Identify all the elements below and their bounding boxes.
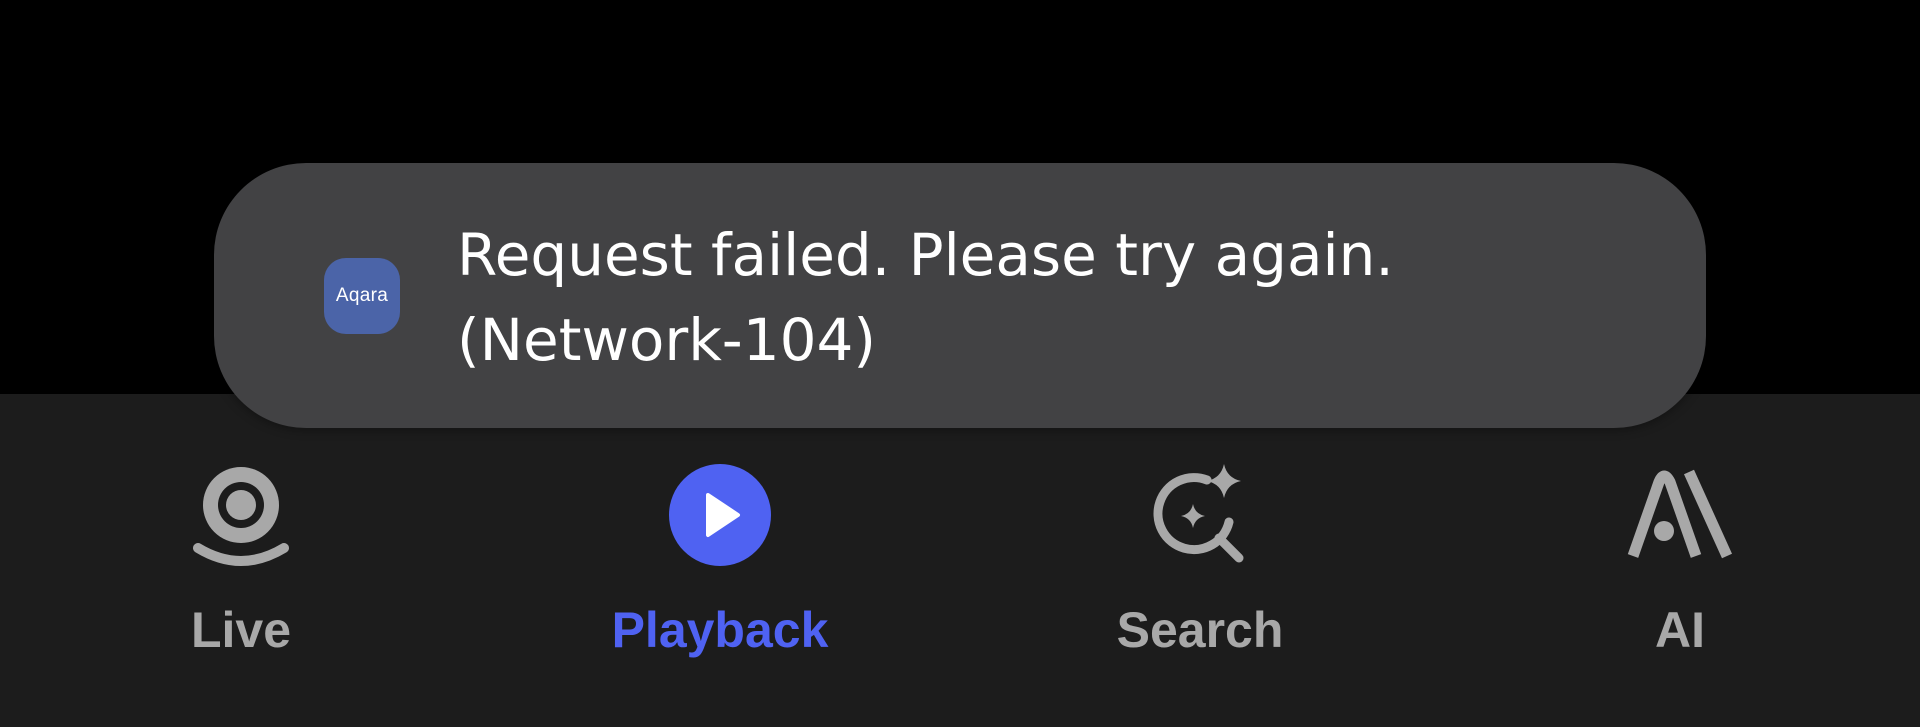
tab-live[interactable]: Live — [61, 460, 421, 710]
tab-search-label: Search — [1116, 602, 1284, 658]
toast-message: Request failed. Please try again. (Netwo… — [457, 213, 1617, 383]
app-icon-label: Aqara — [335, 285, 389, 306]
bottom-tab-bar: Live Playback Search AI — [0, 394, 1920, 727]
tab-ai-label: AI — [1655, 602, 1705, 658]
camera-icon — [186, 460, 296, 570]
error-toast: Aqara Request failed. Please try again. … — [214, 163, 1706, 428]
aqara-app-icon: Aqara — [324, 258, 400, 334]
ai-icon — [1625, 460, 1735, 570]
tab-playback-label: Playback — [611, 602, 829, 658]
sparkle-search-icon — [1145, 460, 1255, 570]
tab-search[interactable]: Search — [1020, 460, 1380, 710]
play-icon — [665, 460, 775, 570]
tab-ai[interactable]: AI — [1500, 460, 1860, 710]
toast-message-line2: (Network-104) — [457, 306, 877, 374]
toast-message-line1: Request failed. Please try again. — [457, 221, 1394, 289]
tab-live-label: Live — [190, 602, 292, 658]
tab-playback[interactable]: Playback — [540, 460, 900, 710]
